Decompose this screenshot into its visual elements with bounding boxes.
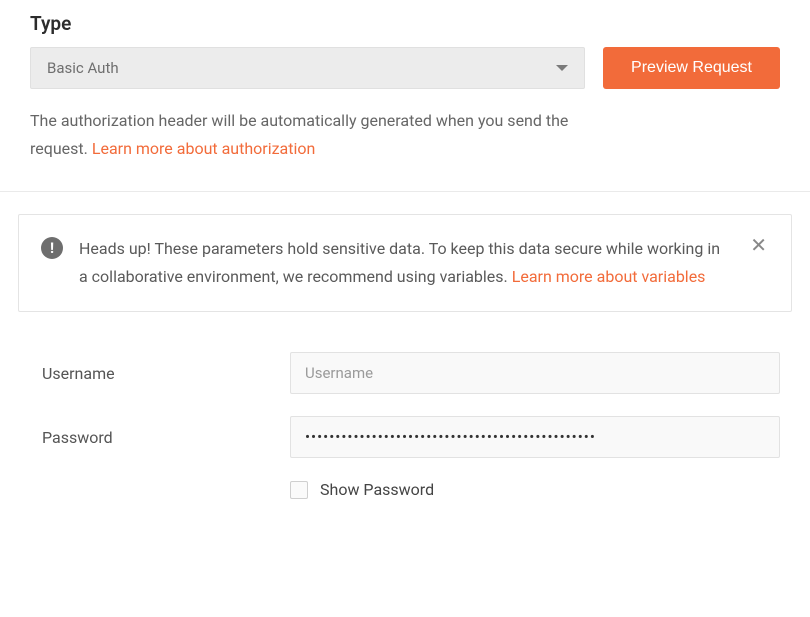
show-password-label[interactable]: Show Password [320, 480, 434, 499]
warning-text: Heads up! These parameters hold sensitiv… [79, 235, 732, 291]
learn-more-variables-link[interactable]: Learn more about variables [512, 267, 706, 286]
learn-more-authorization-link[interactable]: Learn more about authorization [92, 139, 315, 158]
password-row: Password [42, 416, 780, 458]
close-icon[interactable]: ✕ [748, 235, 769, 255]
warning-banner: ! Heads up! These parameters hold sensit… [18, 214, 792, 312]
auth-type-select[interactable]: Basic Auth [30, 47, 585, 89]
divider [0, 191, 810, 192]
username-row: Username [42, 352, 780, 394]
username-label: Username [42, 364, 290, 383]
preview-request-button[interactable]: Preview Request [603, 47, 780, 89]
type-row: Basic Auth Preview Request [30, 47, 780, 89]
warning-prefix: Heads up! [79, 239, 151, 258]
password-input[interactable] [290, 416, 780, 458]
section-title: Type [30, 12, 780, 35]
credentials-form: Username Password Show Password [30, 352, 780, 499]
warning-icon: ! [41, 237, 63, 259]
password-label: Password [42, 428, 290, 447]
auth-description: The authorization header will be automat… [30, 107, 570, 163]
username-input[interactable] [290, 352, 780, 394]
auth-type-selected-value: Basic Auth [47, 59, 119, 77]
show-password-checkbox[interactable] [290, 481, 308, 499]
chevron-down-icon [556, 65, 568, 71]
show-password-row: Show Password [290, 480, 780, 499]
